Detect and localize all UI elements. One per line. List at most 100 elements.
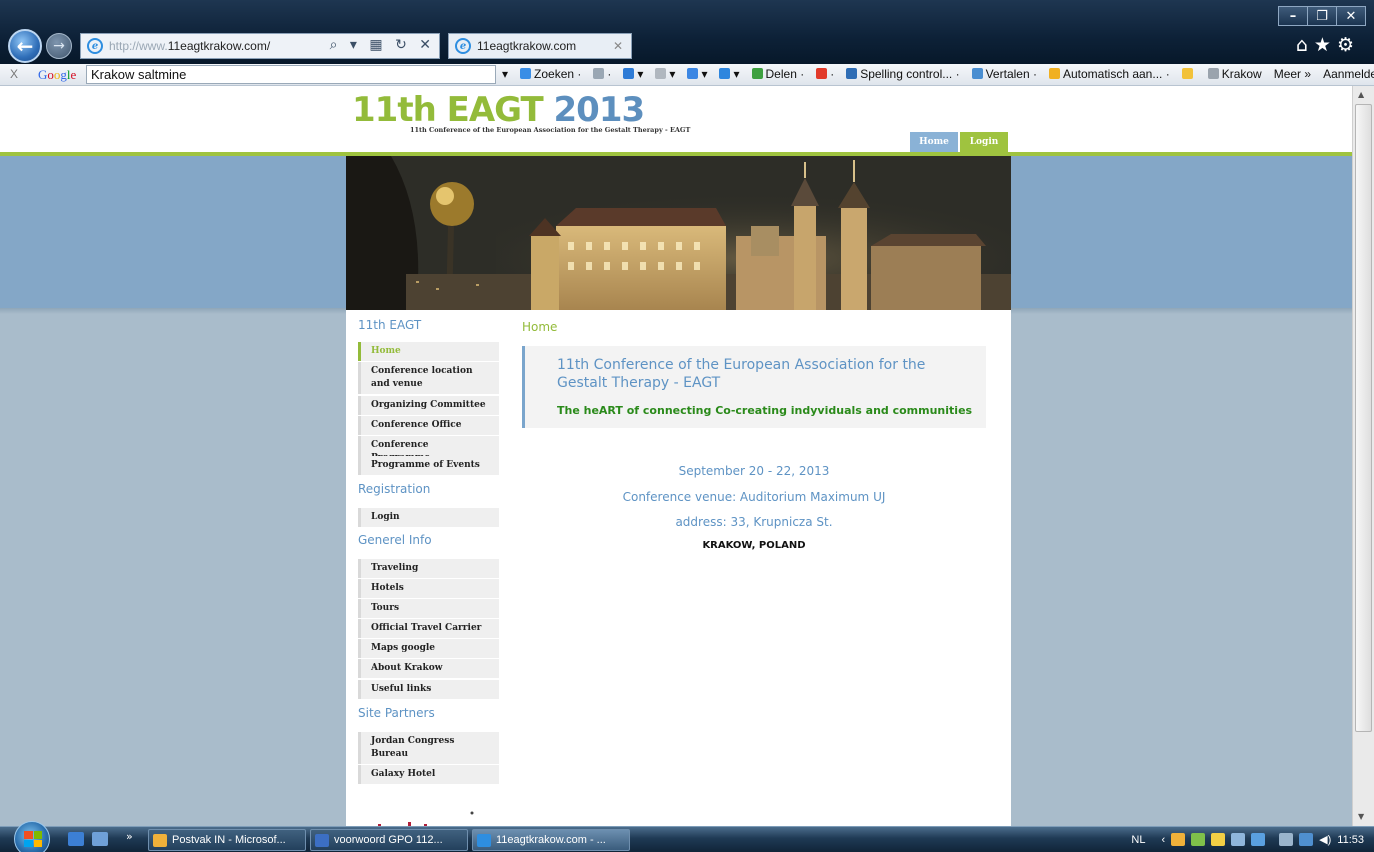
settings-gear-icon[interactable]: ⚙	[1337, 34, 1360, 56]
toolbar-item[interactable]: ·	[816, 67, 834, 81]
toolbar-item[interactable]: Automatisch aan... ·	[1048, 67, 1170, 81]
window-controls: – ❐ ✕	[1278, 6, 1366, 26]
tray-app-icon[interactable]	[1211, 833, 1226, 846]
sidebar-item[interactable]: Traveling	[358, 559, 499, 578]
sidebar-item[interactable]: Maps google	[358, 639, 499, 658]
toolbar-item-icon	[593, 68, 605, 79]
google-search-input[interactable]: Krakow saltmine	[86, 65, 496, 84]
scroll-up-arrow-icon[interactable]: ▲	[1358, 90, 1364, 99]
taskbar-task[interactable]: Postvak IN - Microsof...	[148, 829, 306, 851]
toolbar-item[interactable]: ▾	[719, 67, 740, 81]
forward-button[interactable]: →	[46, 33, 72, 59]
address-tools-icons[interactable]: ⌕ ▾ ▦ ↻ ✕	[330, 37, 435, 53]
toolbar-item-icon	[1207, 68, 1219, 79]
site-logo-title[interactable]: 11th EAGT 2013	[352, 90, 645, 130]
task-app-icon	[153, 833, 167, 847]
task-app-icon	[315, 833, 329, 847]
tray-app-icon[interactable]	[1171, 833, 1186, 846]
toolbar-item[interactable]: ▾	[502, 67, 508, 81]
toolbar-item[interactable]: Meer »	[1274, 67, 1311, 81]
favorites-star-icon[interactable]: ★	[1314, 34, 1337, 56]
toolbar-item-label: Delen ·	[765, 67, 805, 81]
scroll-down-arrow-icon[interactable]: ▼	[1358, 812, 1364, 821]
sidebar-item[interactable]: Home	[358, 342, 499, 361]
language-indicator[interactable]: NL	[1131, 834, 1145, 846]
browser-titlebar: – ❐ ✕ ← → e http://www. 11eagtkrakow.com/…	[0, 0, 1374, 64]
tray-app-icon[interactable]	[1279, 833, 1294, 846]
sidebar-item[interactable]: Galaxy Hotel	[358, 765, 499, 784]
clock[interactable]: 11:53	[1337, 834, 1364, 846]
toolbar-item[interactable]: Delen ·	[751, 67, 805, 81]
tray-network-icon[interactable]	[1231, 833, 1246, 846]
sidebar-item[interactable]: Official Travel Carrier	[358, 619, 499, 638]
sidebar-item[interactable]: Organizing Committee	[358, 396, 499, 415]
toolbar-item-icon	[1181, 68, 1193, 79]
address-bar[interactable]: e http://www. 11eagtkrakow.com/ ⌕ ▾ ▦ ↻ ✕	[80, 33, 440, 59]
toolbar-item[interactable]: ▾	[687, 67, 707, 81]
sidebar-item[interactable]: Login	[358, 508, 499, 527]
back-button[interactable]: ←	[8, 29, 42, 63]
sidebar-item[interactable]: Conference location and venue	[358, 362, 499, 394]
task-label: voorwoord GPO 112...	[334, 834, 443, 846]
start-button[interactable]	[14, 821, 50, 852]
toolbar-item-icon	[623, 68, 635, 79]
volume-icon[interactable]: ◀)	[1319, 833, 1331, 846]
browser-tab[interactable]: e 11eagtkrakow.com ✕	[448, 33, 632, 59]
quicklaunch-chevron[interactable]: »	[126, 830, 133, 843]
toolbar-item-icon	[687, 68, 699, 79]
tab-close-icon[interactable]: ✕	[613, 39, 623, 53]
toolbar-item-label: Zoeken ·	[534, 67, 582, 81]
scroll-thumb[interactable]	[1355, 104, 1372, 732]
sidebar-item[interactable]: Conference Office	[358, 416, 499, 435]
nav-home-tab[interactable]: Home	[910, 132, 958, 152]
toolbar-item[interactable]: ▾	[623, 67, 643, 81]
toolbar-item[interactable]: Spelling control... ·	[846, 67, 960, 81]
tray-expand-arrow[interactable]: ‹	[1161, 834, 1165, 846]
show-desktop-icon[interactable]	[68, 832, 84, 846]
system-tray: NL ‹ ◀) 11:53	[1131, 833, 1364, 846]
conference-city: KRAKOW, POLAND	[702, 540, 806, 551]
nav-login-tab[interactable]: Login	[960, 132, 1008, 152]
sidebar-item[interactable]: Jordan Congress Bureau	[358, 732, 499, 764]
windows-logo-icon	[24, 831, 42, 847]
banner-illustration	[346, 156, 1011, 310]
windows-taskbar: » Postvak IN - Microsof... voorwoord GPO …	[0, 821, 1374, 852]
content-area: 11th EAGT Home Conference location and ven…	[346, 310, 1011, 826]
tray-app-icon[interactable]	[1251, 833, 1266, 846]
toolbar-item[interactable]: ·	[593, 67, 611, 81]
google-toolbar: X Google Krakow saltmine ▾ Zoeken · · ▾ ▾ ▾ ▾ D…	[0, 64, 1374, 86]
toolbar-item[interactable]: ▾	[655, 67, 675, 81]
home-icon[interactable]: ⌂	[1296, 34, 1314, 56]
minimize-button[interactable]: –	[1278, 6, 1308, 26]
url-domain: 11eagtkrakow.com/	[167, 39, 271, 53]
toolbar-item[interactable]: Vertalen ·	[971, 67, 1037, 81]
close-window-button[interactable]: ✕	[1336, 6, 1366, 26]
sidebar-item[interactable]: Programme of Events	[358, 456, 499, 475]
sidebar-heading: Generel Info	[358, 533, 432, 547]
intro-title: 11th Conference of the European Associat…	[557, 357, 926, 391]
toolbar-item[interactable]: Aanmelden	[1323, 67, 1374, 81]
page-scrollbar[interactable]: ▲ ▼	[1352, 86, 1374, 826]
task-app-icon	[477, 833, 491, 847]
sidebar-item[interactable]: Tours	[358, 599, 499, 618]
tray-app-icon[interactable]	[1191, 833, 1206, 846]
switch-windows-icon[interactable]	[92, 832, 108, 846]
toolbar-close-icon[interactable]: X	[10, 67, 18, 81]
taskbar-task[interactable]: voorwoord GPO 112...	[310, 829, 468, 851]
toolbar-item-label: ·	[830, 67, 835, 81]
toolbar-item-label: ▾	[701, 67, 708, 81]
toolbar-item[interactable]: Zoeken ·	[520, 67, 581, 81]
toolbar-item[interactable]: Krakow	[1207, 67, 1262, 81]
restore-button[interactable]: ❐	[1307, 6, 1337, 26]
sidebar-item[interactable]: Useful links	[358, 680, 499, 699]
sidebar-item[interactable]: Hotels	[358, 579, 499, 598]
back-arrow-icon: ←	[16, 34, 34, 58]
sidebar-item[interactable]: About Krakow	[358, 659, 499, 678]
taskbar-task[interactable]: 11eagtkrakow.com - ...	[472, 829, 630, 851]
toolbar-item-icon	[520, 68, 532, 79]
toolbar-item[interactable]	[1181, 67, 1196, 81]
tray-app-icon[interactable]	[1299, 833, 1314, 846]
toolbar-item-icon	[971, 68, 983, 79]
toolbar-items: ▾ Zoeken · · ▾ ▾ ▾ ▾ Delen · · Spelling control..…	[502, 67, 1374, 81]
toolbar-item-label: Vertalen ·	[985, 67, 1037, 81]
